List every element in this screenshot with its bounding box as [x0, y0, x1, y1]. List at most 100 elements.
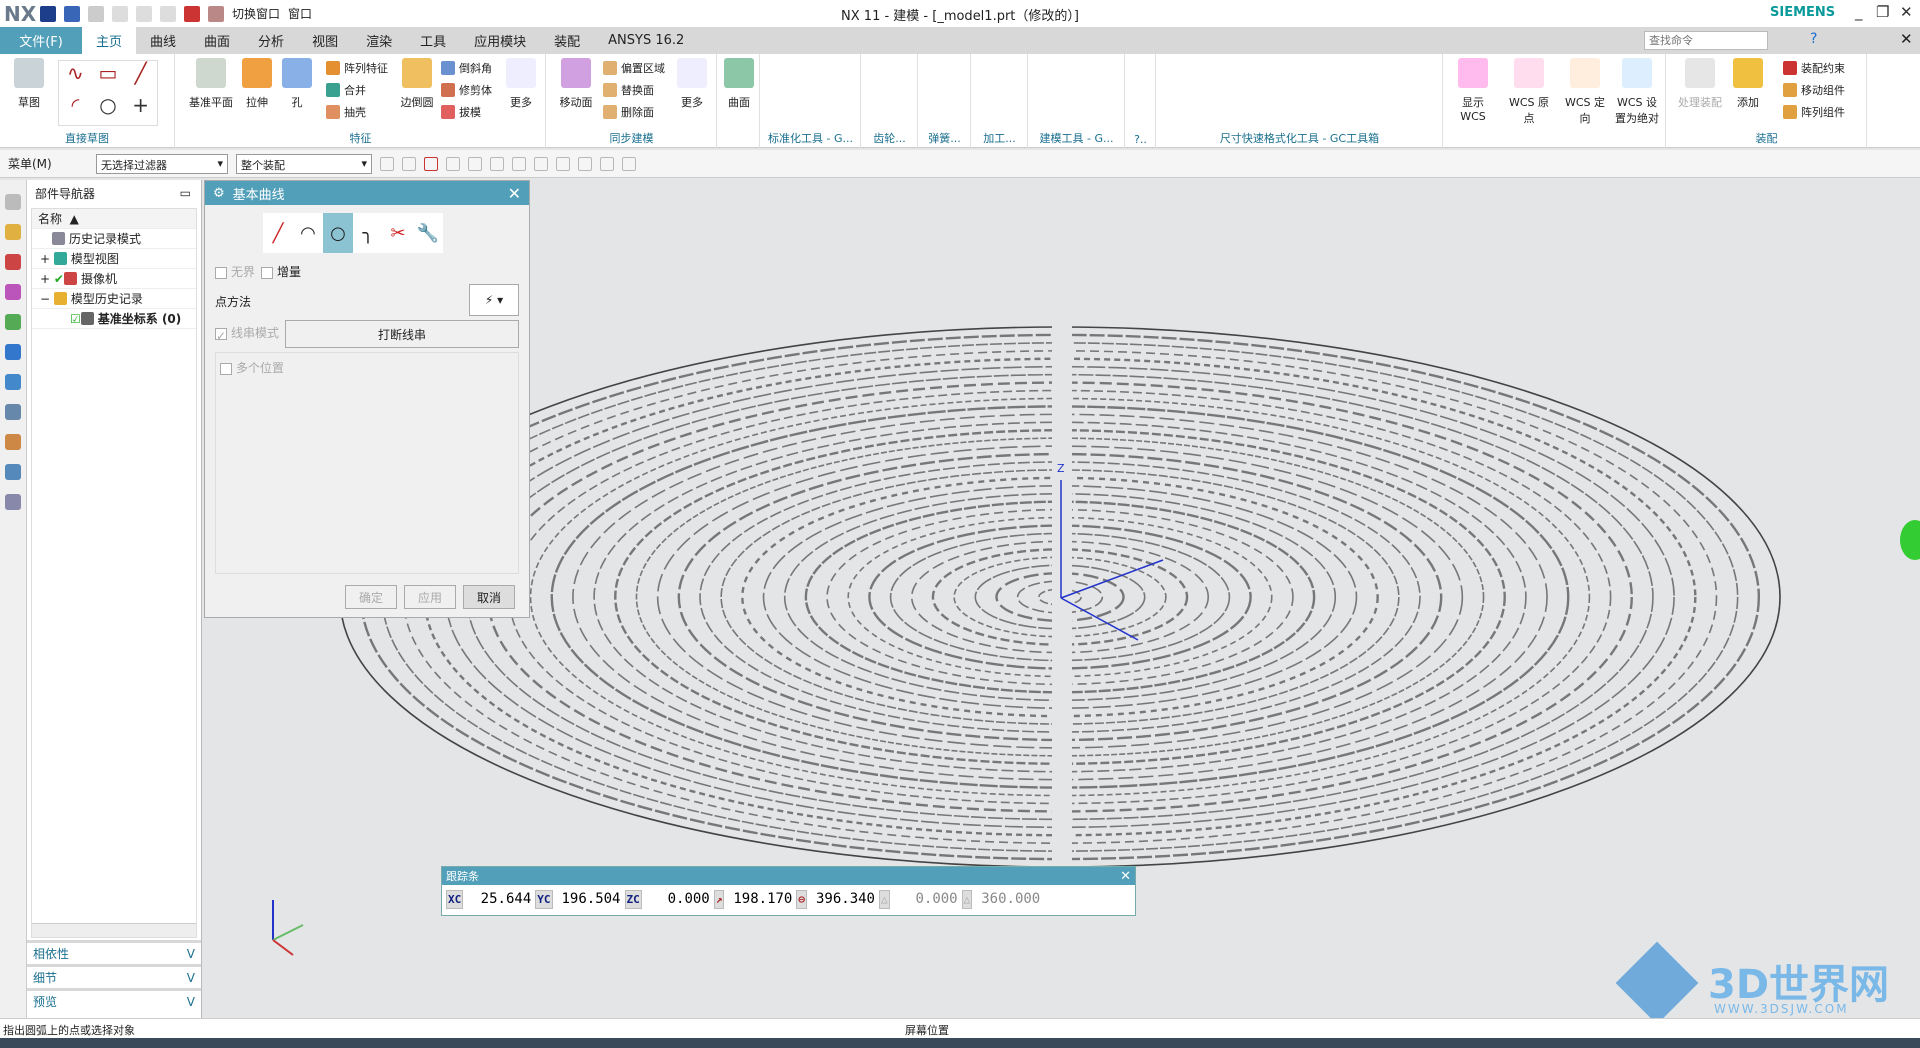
menu-button[interactable]: 菜单(M): [8, 155, 88, 172]
maximize-icon[interactable]: ▭: [180, 186, 191, 200]
ok-button[interactable]: 确定: [345, 585, 397, 609]
help-icon[interactable]: ?: [1810, 31, 1817, 47]
restore-button[interactable]: ❐: [1876, 3, 1889, 21]
web-browser-icon[interactable]: [5, 374, 21, 390]
group-spring[interactable]: 弹簧...: [919, 54, 971, 148]
tab-tools[interactable]: 工具: [406, 27, 460, 54]
system-materials-icon[interactable]: [5, 434, 21, 450]
wcs-orient-button[interactable]: WCS 定向: [1560, 58, 1610, 126]
apply-button[interactable]: 应用: [404, 585, 456, 609]
tab-surface[interactable]: 曲面: [190, 27, 244, 54]
wcs-set-absolute-button[interactable]: WCS 设置为绝对: [1612, 58, 1662, 126]
redo-icon[interactable]: [88, 5, 104, 22]
rotate-icon[interactable]: [600, 156, 614, 171]
circle-type-button[interactable]: ○: [323, 213, 353, 253]
add-component-button[interactable]: 添加: [1723, 58, 1773, 110]
group-unknown[interactable]: ?..: [1126, 54, 1156, 148]
string-mode-checkbox[interactable]: ✓ 线串模式: [215, 324, 279, 343]
close-part-button[interactable]: ✕: [1900, 30, 1913, 48]
tab-application[interactable]: 应用模块: [460, 27, 540, 54]
sync-more-button[interactable]: 更多: [667, 58, 717, 110]
radius-field[interactable]: [724, 891, 797, 907]
constraint-navigator-icon[interactable]: [5, 254, 21, 270]
draft-button[interactable]: 拔模: [441, 104, 481, 120]
window-button[interactable]: 窗口: [288, 5, 312, 22]
tab-assembly[interactable]: 装配: [540, 27, 594, 54]
fit-icon[interactable]: [556, 156, 570, 171]
tab-home[interactable]: 主页: [82, 27, 137, 54]
dialog-close-button[interactable]: ✕: [508, 184, 521, 203]
column-header-name[interactable]: 名称 ▲: [32, 209, 196, 229]
tab-file[interactable]: 文件(F): [0, 27, 82, 54]
move-component-button[interactable]: 移动组件: [1783, 82, 1845, 98]
touch-mode-icon[interactable]: [184, 5, 200, 22]
unbounded-checkbox[interactable]: 无界: [215, 263, 255, 280]
edit-curve-parameters-button[interactable]: 🔧: [413, 213, 443, 253]
history-icon[interactable]: [5, 404, 21, 420]
assembly-constraints-button[interactable]: 装配约束: [1783, 60, 1845, 76]
minimize-button[interactable]: _: [1855, 3, 1863, 21]
datum-plane-button[interactable]: 基准平面: [186, 58, 236, 110]
multi-position-checkbox[interactable]: 多个位置: [220, 359, 514, 376]
replace-face-button[interactable]: 替换面: [603, 82, 654, 98]
process-studio-icon[interactable]: [5, 464, 21, 480]
render-icon[interactable]: [622, 156, 636, 171]
unite-button[interactable]: 合并: [326, 82, 366, 98]
wcs-origin-button[interactable]: WCS 原点: [1504, 58, 1554, 126]
tab-curve[interactable]: 曲线: [136, 27, 190, 54]
zoom-icon[interactable]: [578, 156, 592, 171]
surface-button[interactable]: 曲面: [714, 58, 764, 110]
group-modeling-tools[interactable]: 建模工具 - G...: [1029, 54, 1125, 148]
fillet-type-button[interactable]: ╮: [353, 213, 383, 253]
tracking-bar-close[interactable]: ✕: [1120, 869, 1131, 884]
command-search-input[interactable]: [1644, 31, 1768, 50]
point-snap-icon[interactable]: [424, 156, 438, 171]
tree-item-history-mode[interactable]: 历史记录模式: [32, 229, 196, 249]
trim-body-button[interactable]: 修剪体: [441, 82, 492, 98]
tree-item-cameras[interactable]: + ✔ 摄像机: [32, 269, 196, 289]
select-icon[interactable]: [446, 156, 460, 171]
delete-face-button[interactable]: 删除面: [603, 104, 654, 120]
break-string-button[interactable]: 打断线串: [285, 320, 519, 348]
end-angle-field[interactable]: [972, 891, 1045, 907]
sketch-curve-gallery[interactable]: ∿ ▭ ╱ ◜ ○ +: [58, 60, 158, 126]
pattern-feature-button[interactable]: 阵列特征: [326, 60, 388, 76]
selection-filter-dropdown[interactable]: 无选择过滤器: [96, 153, 228, 174]
repeat-command-icon[interactable]: [208, 5, 224, 22]
copy-icon[interactable]: [136, 5, 152, 22]
point-method-dropdown[interactable]: ⚡ ▾: [469, 284, 519, 316]
diameter-field[interactable]: [807, 891, 879, 907]
process-assembly-button[interactable]: 处理装配: [1675, 58, 1725, 110]
sketch-button[interactable]: 草图: [4, 58, 54, 110]
group-gear[interactable]: 齿轮...: [862, 54, 918, 148]
shaded-icon[interactable]: [534, 156, 548, 171]
save-icon[interactable]: [40, 5, 56, 22]
cut-icon[interactable]: [112, 5, 128, 22]
group-standard-tools[interactable]: 标准化工具 - G...: [761, 54, 861, 148]
tree-item-model-views[interactable]: + 模型视图: [32, 249, 196, 269]
panel-details[interactable]: 细节 V: [27, 964, 201, 988]
panel-preview[interactable]: 预览 V: [27, 988, 201, 1012]
roles-icon[interactable]: [5, 494, 21, 510]
hole-button[interactable]: 孔: [272, 58, 322, 110]
lasso-icon[interactable]: [468, 156, 482, 171]
start-angle-field[interactable]: [889, 891, 962, 907]
tree-item-model-history[interactable]: − 模型历史记录: [32, 289, 196, 309]
box-select-icon[interactable]: [490, 156, 504, 171]
arc-type-button[interactable]: ◠: [293, 213, 323, 253]
tab-render[interactable]: 渲染: [352, 27, 406, 54]
tree-item-datum-csys[interactable]: ☑ 基准坐标系 (0): [32, 309, 196, 329]
close-button[interactable]: ✕: [1900, 3, 1913, 21]
panel-dependencies[interactable]: 相依性 V: [27, 940, 201, 964]
shell-button[interactable]: 抽壳: [326, 104, 366, 120]
display-wcs-button[interactable]: 显示 WCS: [1448, 58, 1498, 123]
undo-icon[interactable]: [64, 5, 80, 22]
trim-type-button[interactable]: ✂: [383, 213, 413, 253]
xc-field[interactable]: [463, 891, 536, 907]
switch-window-button[interactable]: 切换窗口: [232, 5, 280, 22]
hd3d-icon[interactable]: [5, 344, 21, 360]
settings-icon[interactable]: [5, 194, 21, 210]
pattern-component-button[interactable]: 阵列组件: [1783, 104, 1845, 120]
incremental-checkbox[interactable]: 增量: [261, 263, 301, 280]
line-type-button[interactable]: ╱: [263, 213, 293, 253]
